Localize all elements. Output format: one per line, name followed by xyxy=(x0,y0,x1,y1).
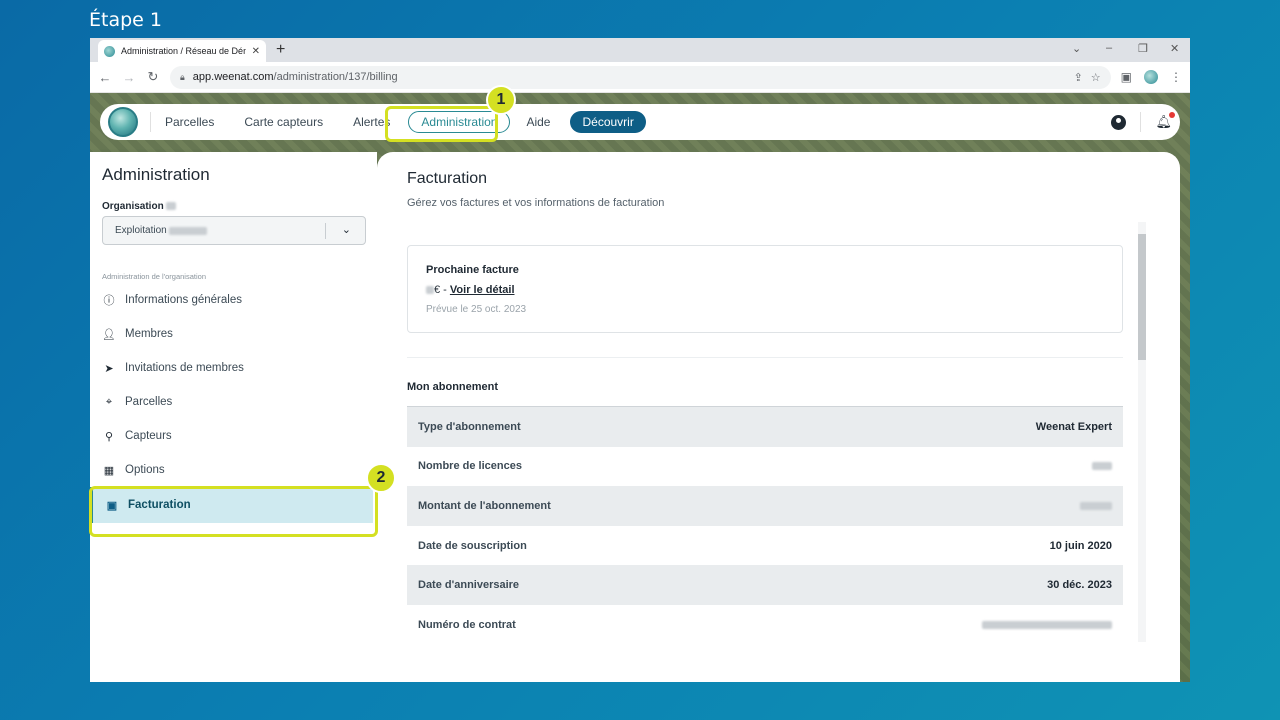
side-panel-icon[interactable]: ▣ xyxy=(1121,70,1132,84)
row-label: Nombre de licences xyxy=(418,460,522,473)
row-label: Date de souscription xyxy=(418,539,527,552)
org-select[interactable]: Exploitation ⌄ xyxy=(102,216,366,245)
star-icon[interactable]: ☆ xyxy=(1091,71,1101,84)
notification-bell-icon[interactable]: 🔔︎ xyxy=(1155,112,1175,130)
send-icon: ➤ xyxy=(104,362,114,375)
nav-right-divider xyxy=(1140,112,1142,132)
sidebar-item-label: Invitations de membres xyxy=(125,362,244,374)
next-invoice-heading: Prochaine facture xyxy=(426,264,519,276)
sensor-icon: ⚲ xyxy=(104,430,114,443)
table-row: Date de souscription 10 juin 2020 xyxy=(407,526,1123,566)
table-row: Type d'abonnement Weenat Expert xyxy=(407,407,1123,447)
sidebar-item-label: Options xyxy=(125,464,165,476)
redacted-value xyxy=(1092,462,1112,471)
discover-button[interactable]: Découvrir xyxy=(570,111,646,133)
tab-title: Administration / Réseau de Dém xyxy=(121,46,246,56)
tab-search-icon[interactable]: ⌄ xyxy=(1072,42,1081,55)
tab-bar: Administration / Réseau de Dém ✕ + ⌄ – ❐… xyxy=(90,38,1190,62)
step-badge-2: 2 xyxy=(366,463,396,493)
maximize-icon[interactable]: ❐ xyxy=(1138,42,1148,55)
nav-parcelles[interactable]: Parcelles xyxy=(165,115,214,129)
step-badge-1: 1 xyxy=(486,85,516,115)
subscription-table: Type d'abonnement Weenat Expert Nombre d… xyxy=(407,406,1123,645)
row-value: 10 juin 2020 xyxy=(1049,539,1112,552)
view-detail-link[interactable]: Voir le détail xyxy=(450,284,515,296)
main-panel: Facturation Gérez vos factures et vos in… xyxy=(377,152,1180,682)
sidebar-item-label: Capteurs xyxy=(125,430,172,442)
sidebar-item-invitations[interactable]: ➤ Invitations de membres xyxy=(102,361,244,375)
account-icon[interactable] xyxy=(1111,114,1127,130)
minimize-icon[interactable]: – xyxy=(1106,42,1112,54)
next-invoice-date: Prévue le 25 oct. 2023 xyxy=(426,304,527,315)
back-icon[interactable]: ← xyxy=(98,70,112,85)
highlight-facturation xyxy=(89,486,378,537)
share-icon[interactable]: ⇪ xyxy=(1074,71,1083,84)
sidebar-section-label: Administration de l'organisation xyxy=(102,272,206,281)
nav-carte-capteurs[interactable]: Carte capteurs xyxy=(244,115,323,129)
page-title: Facturation xyxy=(407,170,488,187)
menu-icon[interactable]: ⋮ xyxy=(1170,70,1182,84)
sidebar-item-label: Parcelles xyxy=(125,396,173,408)
forward-icon[interactable]: → xyxy=(122,70,136,85)
map-pin-icon: ⌖ xyxy=(105,395,113,408)
sidebar-item-capteurs[interactable]: ⚲ Capteurs xyxy=(102,429,172,443)
sidebar-item-label: Informations générales xyxy=(125,294,242,306)
row-label: Type d'abonnement xyxy=(418,420,521,433)
sidebar-item-membres[interactable]: 👤︎ Membres xyxy=(102,327,173,341)
highlight-administration xyxy=(385,106,498,142)
grid-plus-icon: ▦ xyxy=(103,464,115,477)
redacted-value xyxy=(1080,501,1112,510)
table-row: Numéro de contrat xyxy=(407,605,1123,645)
nav-aide[interactable]: Aide xyxy=(526,115,550,129)
table-row: Montant de l'abonnement xyxy=(407,486,1123,526)
profile-icon[interactable] xyxy=(1144,70,1158,84)
org-label: Organisation xyxy=(102,201,177,212)
row-label: Numéro de contrat xyxy=(418,618,516,631)
browser-window: Administration / Réseau de Dém ✕ + ⌄ – ❐… xyxy=(90,38,1190,682)
row-label: Montant de l'abonnement xyxy=(418,499,551,512)
app-area: Parcelles Carte capteurs Alertes Adminis… xyxy=(90,93,1190,682)
step-title: Étape 1 xyxy=(89,9,162,31)
sidebar-item-informations[interactable]: ⓘ Informations générales xyxy=(102,293,242,307)
reload-icon[interactable]: ↻ xyxy=(146,69,160,85)
browser-tab[interactable]: Administration / Réseau de Dém ✕ xyxy=(98,40,266,62)
row-value: Weenat Expert xyxy=(1035,420,1112,433)
row-value: 30 déc. 2023 xyxy=(1047,579,1112,592)
url-field[interactable]: 🔒︎ app.weenat.com/administration/137/bil… xyxy=(170,65,1111,89)
org-select-value: Exploitation xyxy=(115,225,167,236)
section-divider xyxy=(407,357,1123,358)
table-row: Nombre de licences xyxy=(407,447,1123,487)
next-invoice-amount: € - Voir le détail xyxy=(426,284,515,296)
url-path: /administration/137/billing xyxy=(273,71,398,83)
table-row: Date d'anniversaire 30 déc. 2023 xyxy=(407,565,1123,605)
nav-divider xyxy=(150,112,151,132)
scrollbar-thumb[interactable] xyxy=(1138,234,1146,360)
sidebar-item-options[interactable]: ▦ Options xyxy=(102,463,165,477)
sidebar-item-label: Membres xyxy=(125,328,173,340)
person-icon: 👤︎ xyxy=(102,328,116,341)
weenat-logo-icon[interactable] xyxy=(108,107,138,137)
subscription-heading: Mon abonnement xyxy=(407,381,499,393)
close-tab-icon[interactable]: ✕ xyxy=(252,46,260,57)
top-nav: Parcelles Carte capteurs Alertes Adminis… xyxy=(100,104,1180,140)
redacted-value xyxy=(982,620,1112,629)
sidebar-title: Administration xyxy=(102,165,210,184)
select-divider xyxy=(325,223,326,239)
favicon-icon xyxy=(104,45,115,57)
info-icon: ⓘ xyxy=(103,295,115,307)
address-bar: ← → ↻ 🔒︎ app.weenat.com/administration/1… xyxy=(90,62,1190,93)
close-window-icon[interactable]: ✕ xyxy=(1170,42,1179,55)
row-label: Date d'anniversaire xyxy=(418,579,520,592)
new-tab-icon[interactable]: + xyxy=(276,40,285,60)
sidebar-item-parcelles[interactable]: ⌖ Parcelles xyxy=(102,395,172,409)
page-subtitle: Gérez vos factures et vos informations d… xyxy=(407,197,665,209)
chevron-down-icon[interactable]: ⌄ xyxy=(342,223,351,236)
scrollbar[interactable] xyxy=(1138,222,1146,642)
next-invoice-card: Prochaine facture € - Voir le détail Pré… xyxy=(407,245,1123,333)
notification-dot xyxy=(1169,112,1175,118)
sidebar: Administration Organisation Exploitation… xyxy=(90,152,377,682)
lock-icon: 🔒︎ xyxy=(180,71,185,82)
url-domain: app.weenat.com xyxy=(192,71,274,83)
